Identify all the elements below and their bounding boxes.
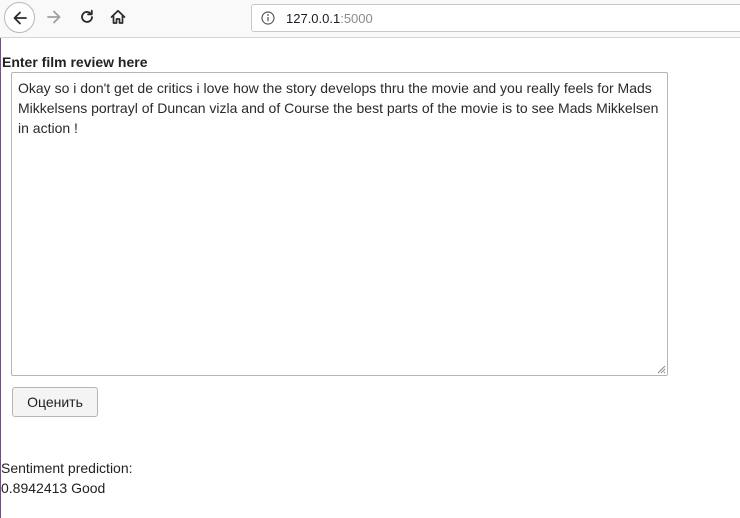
url-host: 127.0.0.1 [286,11,341,26]
url-text[interactable]: 127.0.0.1:5000 [286,11,373,26]
address-bar[interactable]: 127.0.0.1:5000 [251,4,740,32]
forward-arrow-icon [47,10,61,24]
back-button[interactable] [4,2,35,33]
submit-button[interactable]: Оценить [12,387,98,417]
home-icon [110,9,126,24]
back-arrow-icon [13,11,27,24]
url-port: :5000 [340,11,373,26]
review-label: Enter film review here [2,54,148,70]
window-edge [0,38,1,518]
resize-grip-icon[interactable] [656,364,666,374]
review-textarea[interactable]: Okay so i don't get de critics i love ho… [11,72,668,376]
info-icon[interactable] [261,11,275,25]
reload-icon [81,9,93,23]
prediction-value: 0.8942413 Good [1,480,106,496]
forward-button[interactable] [43,6,65,28]
browser-toolbar: 127.0.0.1:5000 [0,0,740,38]
home-button[interactable] [107,6,129,28]
prediction-label: Sentiment prediction: [1,460,133,476]
reload-button[interactable] [76,6,98,28]
